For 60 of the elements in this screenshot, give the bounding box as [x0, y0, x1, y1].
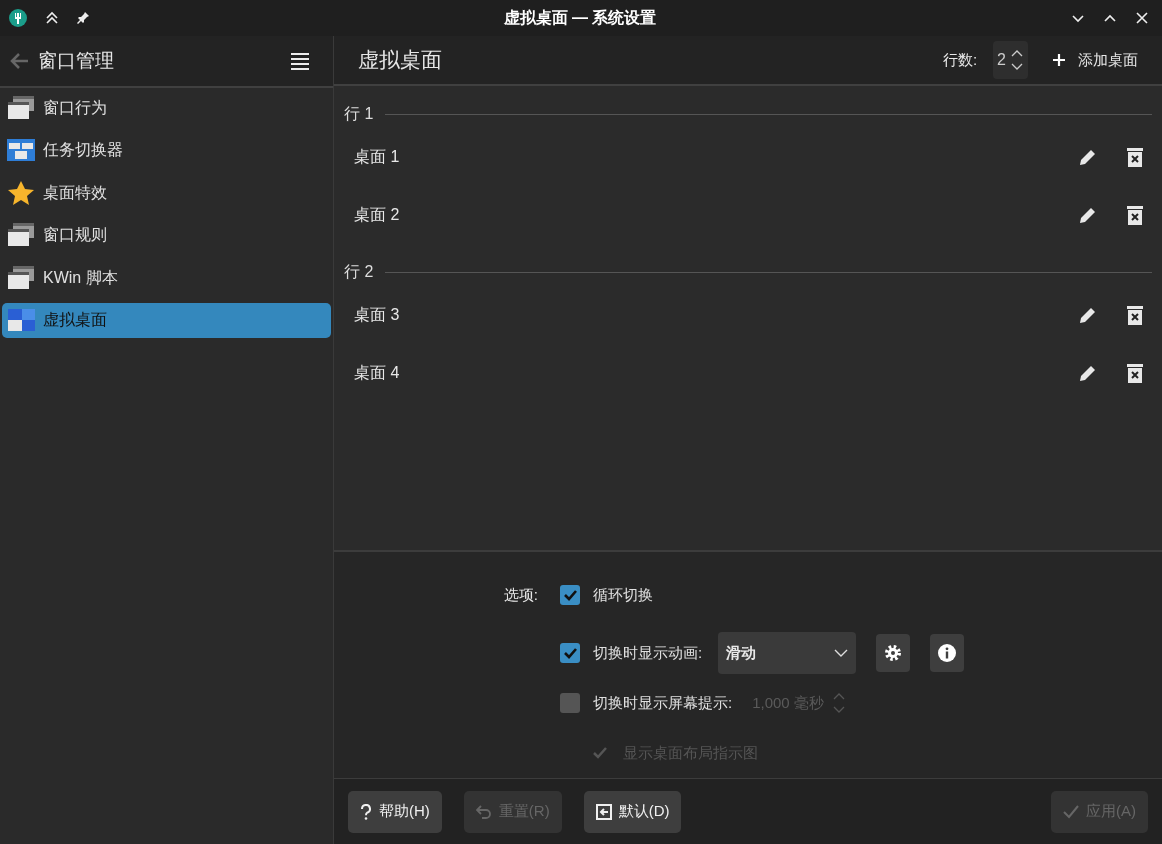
- add-desktop-button[interactable]: 添加桌面: [1052, 48, 1138, 72]
- pencil-icon[interactable]: [1078, 305, 1098, 326]
- animation-dropdown[interactable]: 滑动: [718, 632, 857, 675]
- trash-icon[interactable]: [1126, 205, 1144, 226]
- checkbox-label: 切换时显示屏幕提示:: [593, 693, 733, 714]
- page-title: 虚拟桌面: [358, 47, 443, 74]
- virtual-desktops-icon: [7, 307, 35, 333]
- sidebar-item[interactable]: 窗口行为: [2, 90, 331, 125]
- pencil-icon[interactable]: [1078, 147, 1098, 168]
- checkbox[interactable]: [560, 585, 580, 606]
- sidebar-item[interactable]: 任务切换器: [2, 132, 331, 168]
- rows-spinbox[interactable]: 2: [993, 41, 1028, 80]
- checkbox-label: 切换时显示动画:: [593, 643, 703, 664]
- info-icon: [938, 644, 957, 663]
- desktop-name: 桌面 4: [354, 363, 401, 384]
- pencil-icon[interactable]: [1078, 363, 1098, 384]
- sidebar-item[interactable]: 虚拟桌面: [2, 302, 331, 338]
- window-icon: [7, 222, 35, 248]
- footer-button[interactable]: 默认(D): [583, 790, 682, 833]
- sidebar-item[interactable]: 桌面特效: [2, 175, 331, 210]
- question-mark-icon: [360, 803, 372, 820]
- gear-icon: [884, 644, 903, 663]
- restore-icon: [595, 803, 612, 820]
- keep-above-icon[interactable]: [44, 10, 60, 26]
- checkmark-icon: [1063, 804, 1079, 819]
- star-icon: [7, 179, 35, 206]
- sidebar-item[interactable]: KWin 脚本: [2, 260, 331, 295]
- sidebar-item[interactable]: 窗口规则: [2, 217, 331, 253]
- window-icon: [7, 94, 35, 121]
- task-switcher-icon: [7, 137, 35, 163]
- row-heading: 行 1: [344, 104, 374, 125]
- checkmark-icon: [563, 589, 577, 601]
- window-title: 虚拟桌面 — 系统设置: [503, 8, 657, 28]
- plus-icon: [1052, 53, 1066, 68]
- info-button[interactable]: [930, 634, 965, 673]
- footer-button[interactable]: 帮助(H): [348, 790, 442, 833]
- row-heading: 行 2: [344, 262, 374, 283]
- checkmark-icon: [593, 747, 607, 760]
- checkbox[interactable]: [560, 693, 580, 714]
- close-icon[interactable]: [1134, 10, 1150, 26]
- pencil-icon[interactable]: [1078, 205, 1098, 226]
- checkbox[interactable]: [560, 643, 580, 664]
- desktop-name: 桌面 3: [354, 305, 401, 326]
- pin-icon[interactable]: [76, 11, 90, 25]
- options-label: 选项:: [503, 585, 538, 606]
- menu-icon[interactable]: [291, 52, 309, 70]
- checkbox-label: 循环切换: [593, 585, 653, 606]
- trash-icon[interactable]: [1126, 147, 1144, 168]
- window-icon: [7, 264, 35, 291]
- undo-icon: [475, 804, 492, 819]
- trash-icon[interactable]: [1126, 363, 1144, 384]
- settings-button[interactable]: [876, 634, 911, 673]
- desktop-name: 桌面 1: [354, 147, 401, 168]
- rows-label: 行数:: [942, 49, 978, 70]
- app-icon: [8, 8, 28, 28]
- checkmark-icon: [563, 647, 577, 659]
- desktop-name: 桌面 2: [354, 205, 401, 226]
- sidebar-title: 窗口管理: [38, 48, 115, 73]
- chevron-down-icon: [834, 649, 849, 658]
- trash-icon[interactable]: [1126, 305, 1144, 326]
